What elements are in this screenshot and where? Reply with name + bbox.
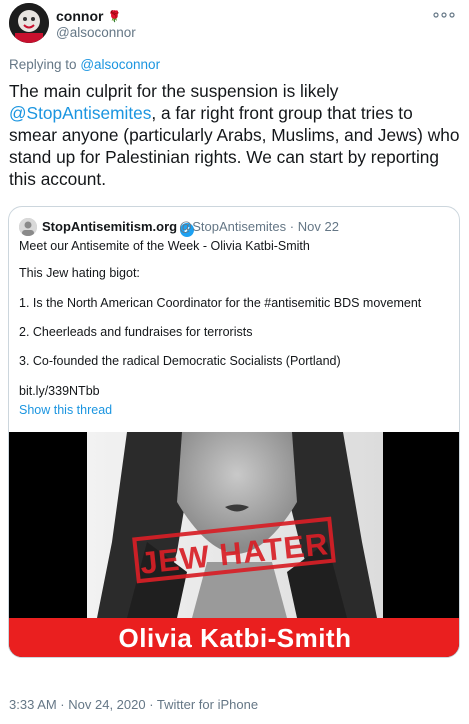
replying-to: Replying to @alsoconnor (9, 57, 160, 72)
quoted-name-row[interactable]: StopAntisemitism.org ✓ (42, 219, 195, 237)
replying-target-link[interactable]: @alsoconnor (80, 57, 160, 72)
replying-prefix: Replying to (9, 57, 77, 72)
author-avatar[interactable] (9, 3, 49, 43)
author-name-row[interactable]: connor 🌹 (56, 8, 121, 24)
quoted-line-3: 3. Co-founded the radical Democratic Soc… (19, 354, 341, 368)
quoted-link[interactable]: bit.ly/339NTbb (19, 384, 100, 398)
portrait-photo (87, 432, 383, 618)
quoted-image[interactable]: JEW HATER Olivia Katbi-Smith (9, 432, 459, 657)
quoted-handle[interactable]: @StopAntisemites (179, 219, 286, 234)
quoted-line-intro: This Jew hating bigot: (19, 266, 140, 280)
quoted-line-2: 2. Cheerleads and fundraises for terrori… (19, 325, 253, 339)
quoted-avatar[interactable] (19, 218, 37, 236)
tweet-timestamp[interactable]: 3:33 AM · Nov 24, 2020 · Twitter for iPh… (9, 697, 258, 712)
quoted-tweet[interactable]: StopAntisemitism.org ✓ @StopAntisemites ·… (8, 206, 460, 658)
ellipsis-icon[interactable] (433, 6, 455, 22)
author-name[interactable]: connor (56, 8, 103, 24)
tweet-mention-link[interactable]: @StopAntisemites (9, 103, 151, 123)
quoted-dot: · (289, 219, 295, 234)
rose-icon: 🌹 (107, 11, 122, 23)
quoted-line-title: Meet our Antisemite of the Week - Olivia… (19, 239, 310, 253)
show-thread-link[interactable]: Show this thread (19, 403, 112, 417)
quoted-line-1: 1. Is the North American Coordinator for… (19, 296, 422, 310)
name-banner: Olivia Katbi-Smith (9, 618, 459, 657)
tweet-text: The main culprit for the suspension is l… (9, 80, 461, 190)
quoted-name[interactable]: StopAntisemitism.org (42, 219, 177, 234)
quoted-meta: @StopAntisemites · Nov 22 (179, 219, 339, 234)
quoted-date[interactable]: Nov 22 (298, 219, 339, 234)
author-handle[interactable]: @alsoconnor (56, 25, 136, 40)
tweet-text-part-1: The main culprit for the suspension is l… (9, 81, 339, 101)
